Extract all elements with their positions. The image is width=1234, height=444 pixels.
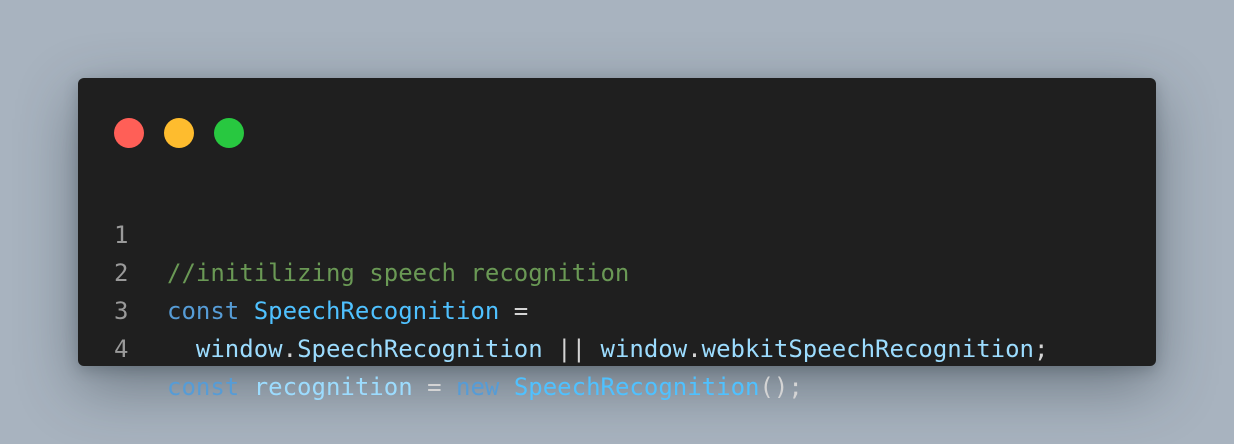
identifier-token: window (195, 335, 283, 363)
code-line: 3 window.SpeechRecognition || window.web… (78, 254, 1156, 363)
code-line: 1 //initilizing speech recognition (78, 178, 1156, 287)
punctuation-token (499, 373, 513, 401)
code-line: 2 const SpeechRecognition = (78, 216, 1156, 325)
code-block: 1 //initilizing speech recognition 2 con… (78, 178, 1156, 401)
constructor-token: SpeechRecognition (513, 373, 760, 401)
identifier-token: webkitSpeechRecognition (701, 335, 1034, 363)
close-dot[interactable] (114, 118, 144, 148)
punctuation-token: (); (759, 373, 803, 401)
identifier-token: recognition (253, 373, 413, 401)
line-number: 4 (114, 335, 129, 363)
punctuation-token (239, 373, 253, 401)
punctuation-token: . (687, 335, 702, 363)
punctuation-token: = (412, 373, 457, 401)
punctuation-token: ; (1034, 335, 1049, 363)
line-content: window.SpeechRecognition || window.webki… (167, 330, 1049, 368)
identifier-token: SpeechRecognition (297, 335, 543, 363)
minimize-dot[interactable] (164, 118, 194, 148)
code-line: 4 const recognition = new SpeechRecognit… (78, 292, 1156, 401)
window-controls (114, 118, 244, 148)
punctuation-token (167, 335, 196, 363)
keyword-token: const (167, 373, 240, 401)
keyword-token: new (456, 373, 500, 401)
identifier-token: window (600, 335, 688, 363)
punctuation-token: || (542, 335, 601, 363)
maximize-dot[interactable] (214, 118, 244, 148)
line-content: const recognition = new SpeechRecognitio… (167, 368, 803, 406)
code-window: 1 //initilizing speech recognition 2 con… (78, 78, 1156, 401)
punctuation-token: . (282, 335, 298, 363)
